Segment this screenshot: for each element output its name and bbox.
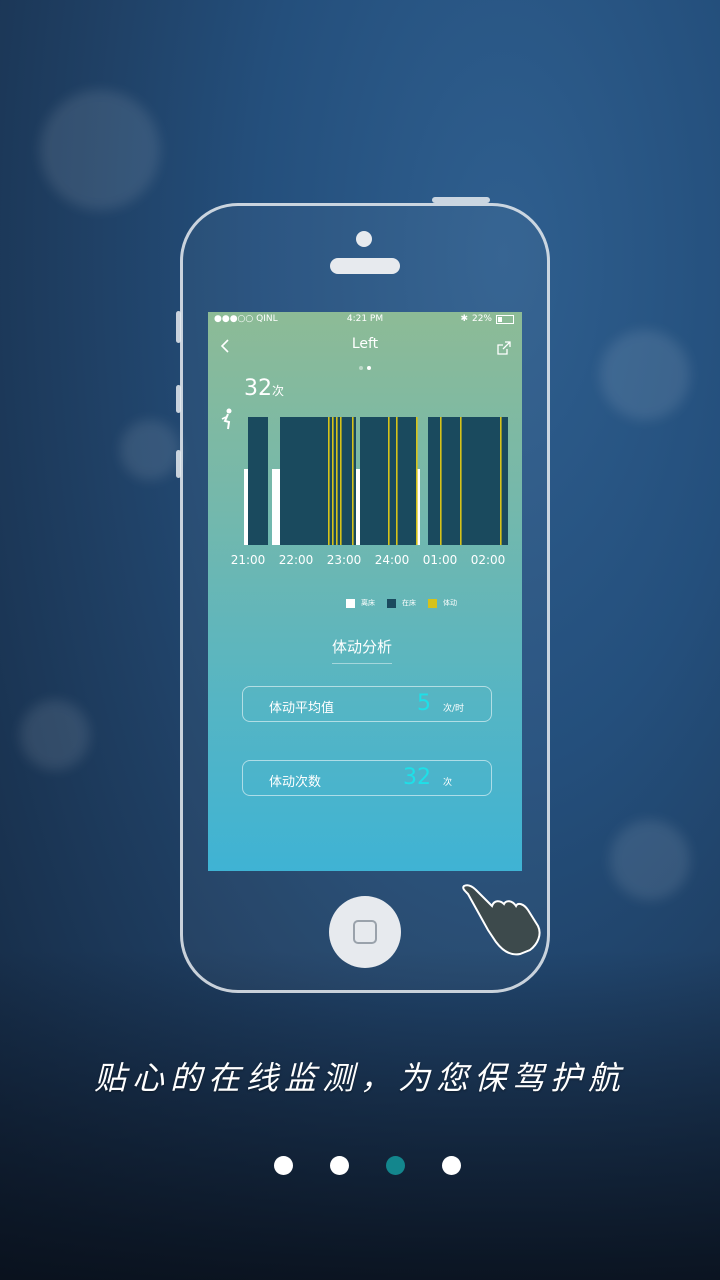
background-shade xyxy=(0,950,720,1280)
away-bar xyxy=(356,469,360,545)
page-indicators xyxy=(274,1156,461,1175)
x-tick-label: 22:00 xyxy=(278,553,314,567)
in-bed-bar xyxy=(248,417,268,545)
movement-line xyxy=(396,417,398,545)
movement-line xyxy=(440,417,442,545)
avg-movement-card: 体动平均值 5 次/时 xyxy=(242,686,492,722)
total-movement-unit: 次 xyxy=(443,778,453,788)
x-tick-label: 23:00 xyxy=(326,553,362,567)
legend-item-away: 离床 xyxy=(346,598,375,608)
total-movement-value: 32 xyxy=(403,765,431,790)
analysis-title: 体动分析 xyxy=(332,636,393,664)
home-button[interactable] xyxy=(329,896,401,968)
movement-line xyxy=(416,417,418,545)
swipe-hand-icon xyxy=(462,884,541,956)
movement-line xyxy=(340,417,342,545)
x-tick-label: 02:00 xyxy=(470,553,506,567)
avg-movement-unit: 次/时 xyxy=(443,704,465,714)
phone-screen: ●●●○○ QINL 4:21 PM ✱ 22% Left 32次 21:00 2… xyxy=(208,312,522,871)
phone-side-button xyxy=(176,385,181,413)
page-indicator[interactable] xyxy=(442,1156,461,1175)
legend-swatch-movement xyxy=(428,598,437,608)
legend-label: 体动 xyxy=(443,599,457,607)
avg-movement-value: 5 xyxy=(417,691,431,716)
bokeh-light xyxy=(120,420,180,480)
page-indicator[interactable] xyxy=(330,1156,349,1175)
bokeh-light xyxy=(20,700,90,770)
away-bar xyxy=(272,469,280,545)
bokeh-light xyxy=(600,330,690,420)
phone-camera xyxy=(356,231,372,247)
x-tick-label: 01:00 xyxy=(422,553,458,567)
legend-item-movement: 体动 xyxy=(428,598,457,608)
phone-side-button xyxy=(176,450,181,478)
bokeh-light xyxy=(40,90,160,210)
total-movement-label: 体动次数 xyxy=(269,775,322,790)
x-tick-label: 21:00 xyxy=(230,553,266,567)
movement-line xyxy=(500,417,502,545)
page-indicator[interactable] xyxy=(274,1156,293,1175)
phone-top-button xyxy=(432,197,490,203)
in-bed-bar xyxy=(280,417,356,545)
movement-line xyxy=(460,417,462,545)
movement-line xyxy=(328,417,330,545)
movement-line xyxy=(336,417,338,545)
movement-line xyxy=(332,417,334,545)
bokeh-light xyxy=(610,820,690,900)
chart-legend: 离床 在床 体动 xyxy=(346,598,457,608)
phone-side-button xyxy=(176,311,181,343)
legend-label: 在床 xyxy=(402,599,416,607)
x-tick-label: 24:00 xyxy=(374,553,410,567)
legend-swatch-in-bed xyxy=(387,598,396,608)
page-indicator-active[interactable] xyxy=(386,1156,405,1175)
total-movement-card: 体动次数 32 次 xyxy=(242,760,492,796)
phone-speaker xyxy=(330,258,400,274)
legend-swatch-away xyxy=(346,598,355,608)
movement-line xyxy=(388,417,390,545)
away-bar xyxy=(244,469,248,545)
home-square-icon xyxy=(353,920,377,944)
legend-item-in-bed: 在床 xyxy=(387,598,416,608)
movement-line xyxy=(352,417,354,545)
slogan: 贴心的在线监测，为您保驾护航 xyxy=(93,1059,626,1097)
legend-label: 离床 xyxy=(361,599,375,607)
avg-movement-label: 体动平均值 xyxy=(269,701,335,716)
